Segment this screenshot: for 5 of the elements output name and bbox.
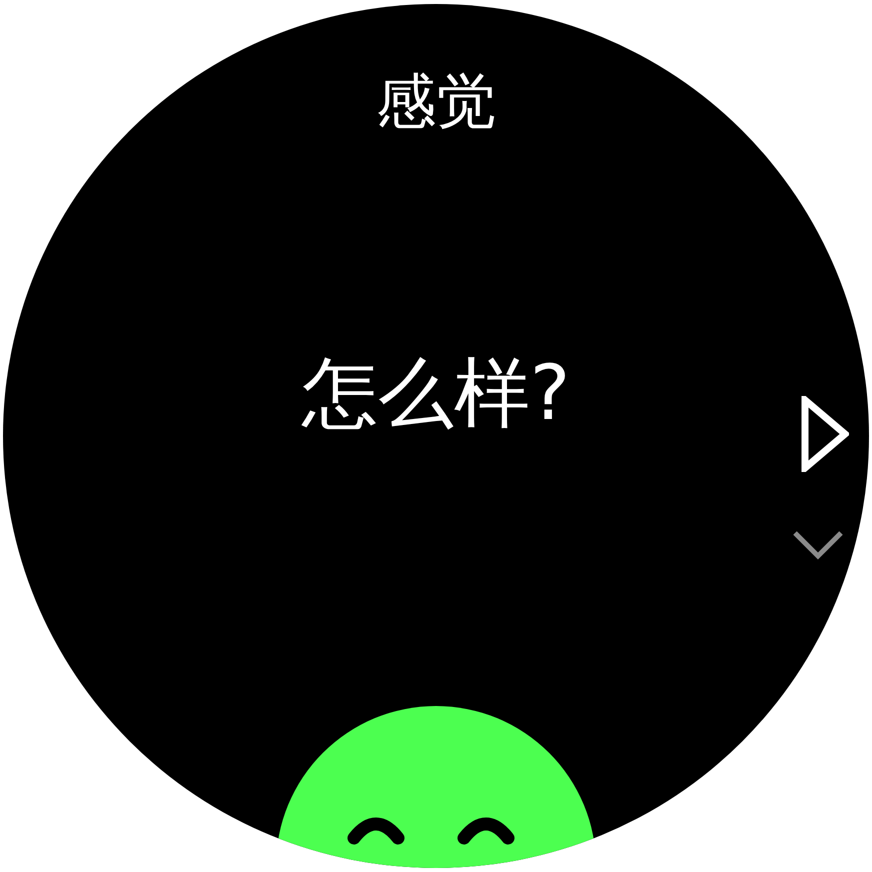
play-icon[interactable] — [801, 396, 849, 472]
screen-title: 感觉 — [376, 66, 496, 138]
chevron-down-icon[interactable] — [792, 530, 844, 560]
smiley-button[interactable] — [276, 706, 596, 868]
question-text: 怎么样? — [302, 348, 570, 438]
